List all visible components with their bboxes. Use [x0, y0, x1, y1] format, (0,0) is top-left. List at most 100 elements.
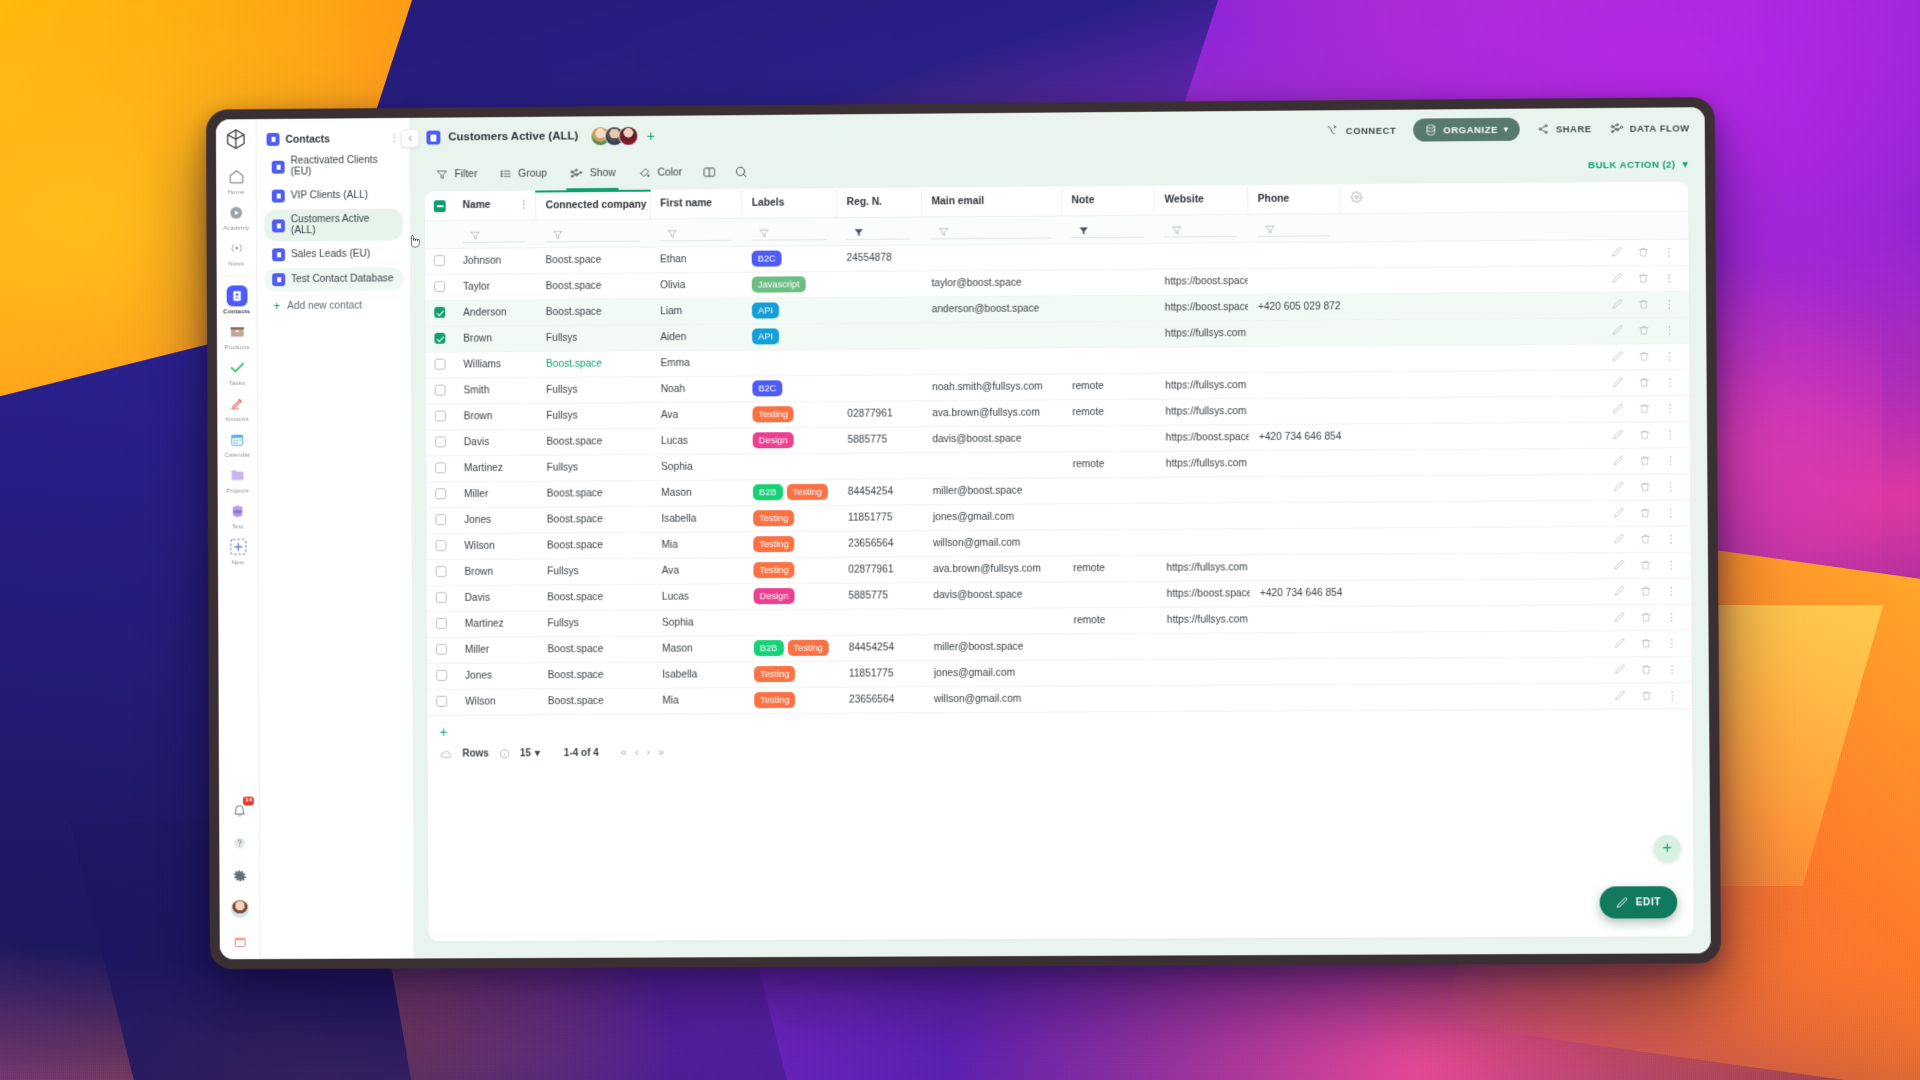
filter-icon[interactable]: [938, 226, 949, 237]
rail-item-new[interactable]: New: [218, 533, 258, 569]
add-new-contact-button[interactable]: + Add new contact: [264, 293, 403, 318]
cell-labels[interactable]: API: [741, 297, 837, 324]
cell-company[interactable]: Boost.space: [535, 298, 651, 326]
trash-icon[interactable]: [1639, 402, 1651, 414]
sidebar-collapse-button[interactable]: [400, 128, 420, 148]
row-checkbox[interactable]: [434, 359, 446, 371]
label-chip[interactable]: Testing: [753, 510, 795, 526]
pencil-icon[interactable]: [1613, 455, 1625, 467]
cell-labels[interactable]: B2C: [742, 374, 838, 402]
pencil-icon[interactable]: [1611, 246, 1623, 258]
cell-labels[interactable]: B2C: [741, 245, 837, 272]
edit-button[interactable]: EDIT: [1599, 886, 1678, 919]
pencil-icon[interactable]: [1612, 298, 1624, 310]
sidebar-item-test-contact-database[interactable]: Test Contact Database: [264, 267, 404, 292]
rail-item-calendar[interactable]: Calendar: [217, 426, 257, 462]
cell-labels[interactable]: Design: [743, 582, 839, 610]
cell-company[interactable]: Boost.space: [535, 246, 651, 274]
row-checkbox[interactable]: [436, 696, 448, 708]
sidebar-kebab-icon[interactable]: ⋮: [389, 132, 399, 145]
pencil-icon[interactable]: [1613, 507, 1625, 519]
info-icon[interactable]: [499, 748, 510, 759]
trash-icon[interactable]: [1639, 481, 1651, 493]
rail-item-news[interactable]: News: [216, 235, 256, 271]
row-kebab-icon[interactable]: ⋯: [1664, 560, 1676, 570]
label-chip[interactable]: Testing: [787, 640, 829, 656]
label-chip[interactable]: Testing: [786, 484, 828, 500]
row-checkbox[interactable]: [435, 618, 447, 630]
row-checkbox[interactable]: [435, 462, 447, 474]
cell-company[interactable]: Fullsys: [536, 376, 651, 403]
column-kebab-icon[interactable]: ⋮: [519, 200, 528, 211]
row-checkbox[interactable]: [435, 566, 447, 578]
label-chip[interactable]: B2C: [751, 250, 782, 267]
trash-icon[interactable]: [1638, 324, 1650, 336]
last-page-button[interactable]: »: [654, 747, 668, 759]
trash-icon[interactable]: [1639, 428, 1651, 440]
label-chip[interactable]: Testing: [753, 562, 795, 578]
filter-input-labels[interactable]: [751, 226, 827, 241]
label-chip[interactable]: Testing: [753, 666, 796, 682]
filter-icon[interactable]: [758, 228, 769, 239]
pencil-icon[interactable]: [1613, 429, 1625, 441]
cell-labels[interactable]: Javascript: [741, 271, 837, 298]
bulk-action-button[interactable]: BULK ACTION (2) ▾: [1588, 159, 1688, 171]
cell-labels[interactable]: Testing: [743, 530, 839, 558]
label-chip[interactable]: API: [752, 328, 780, 345]
trash-icon[interactable]: [1640, 637, 1652, 649]
column-header-first_name[interactable]: First name: [649, 189, 742, 219]
avatar[interactable]: [617, 125, 638, 147]
row-checkbox[interactable]: [435, 514, 447, 526]
share-button[interactable]: SHARE: [1537, 122, 1592, 135]
rail-item-contacts[interactable]: Contacts: [217, 282, 257, 318]
cell-labels[interactable]: Testing: [743, 504, 839, 532]
row-kebab-icon[interactable]: ⋯: [1664, 664, 1676, 674]
column-header-note[interactable]: Note: [1060, 186, 1155, 216]
row-checkbox[interactable]: [435, 488, 447, 500]
data-flow-button[interactable]: DATA FLOW: [1609, 120, 1690, 136]
column-header-website[interactable]: Website: [1153, 185, 1248, 215]
row-checkbox[interactable]: [434, 333, 446, 345]
sidebar-item-vip-clients-all[interactable]: VIP Clients (ALL): [264, 184, 403, 208]
filter-icon[interactable]: [1264, 224, 1275, 235]
row-kebab-icon[interactable]: ⋯: [1661, 247, 1673, 257]
row-kebab-icon[interactable]: ⋯: [1663, 481, 1675, 491]
column-header-reg[interactable]: Reg. N.: [836, 188, 922, 218]
cell-labels[interactable]: Testing: [743, 556, 839, 584]
row-kebab-icon[interactable]: ⋯: [1664, 586, 1676, 596]
sidebar-item-customers-active-all[interactable]: Customers Active (ALL): [263, 208, 404, 242]
cell-company[interactable]: Fullsys: [536, 402, 651, 429]
trash-icon[interactable]: [1640, 611, 1652, 623]
cell-company[interactable]: Boost.space: [536, 531, 652, 559]
add-member-button[interactable]: +: [647, 128, 655, 144]
cell-labels[interactable]: Testing: [743, 660, 839, 688]
trash-icon[interactable]: [1639, 376, 1651, 388]
filter-input-phone[interactable]: [1257, 222, 1330, 237]
pencil-icon[interactable]: [1612, 350, 1624, 362]
row-checkbox[interactable]: [435, 540, 447, 552]
pencil-icon[interactable]: [1615, 690, 1627, 702]
row-checkbox[interactable]: [434, 255, 446, 267]
trash-icon[interactable]: [1638, 350, 1650, 362]
pencil-icon[interactable]: [1614, 637, 1626, 649]
rail-item-test[interactable]: Test: [218, 497, 258, 533]
cell-company[interactable]: Boost.space: [535, 350, 651, 377]
row-kebab-icon[interactable]: ⋯: [1662, 377, 1674, 387]
label-chip[interactable]: API: [751, 302, 779, 319]
cell-company[interactable]: Fullsys: [535, 324, 651, 352]
filter-icon[interactable]: [853, 227, 864, 238]
pencil-icon[interactable]: [1614, 611, 1626, 623]
gear-icon[interactable]: [229, 865, 249, 885]
first-page-button[interactable]: «: [617, 747, 631, 759]
label-chip[interactable]: B2B: [753, 640, 784, 656]
filter-icon[interactable]: [552, 229, 563, 240]
rail-item-home[interactable]: Home: [216, 163, 256, 199]
filter-icon[interactable]: [1078, 225, 1089, 236]
rail-item-tasks[interactable]: Tasks: [217, 354, 257, 390]
pencil-icon[interactable]: [1614, 533, 1626, 545]
pencil-icon[interactable]: [1614, 559, 1626, 571]
row-kebab-icon[interactable]: ⋯: [1663, 508, 1675, 518]
cloud-icon[interactable]: [440, 747, 453, 760]
cell-company[interactable]: Boost.space: [537, 635, 653, 663]
row-checkbox[interactable]: [435, 592, 447, 604]
